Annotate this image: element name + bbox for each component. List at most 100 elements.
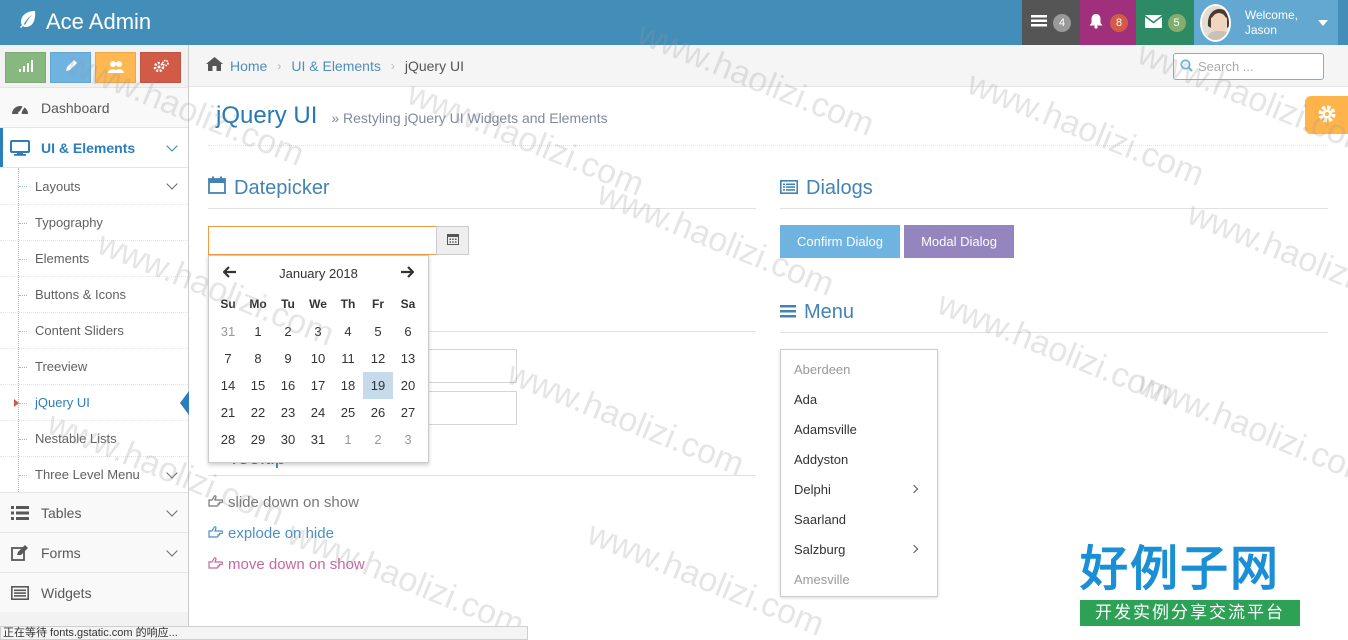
caret-right-icon [14,399,19,407]
calendar-day[interactable]: 26 [363,399,393,426]
sidebar-subitem-label: Three Level Menu [35,467,140,482]
sidebar-item-label: UI & Elements [41,139,136,156]
sidebar-subitem-label: Buttons & Icons [35,287,127,302]
navbar-right: 4 8 5 Welcome, Jason [1022,0,1338,45]
notifications-button[interactable]: 8 [1080,0,1136,45]
search-input[interactable]: Search ... [1198,59,1254,74]
menu-item-label: Ada [794,391,818,407]
sidebar-subitem-buttons-icons[interactable]: Buttons & Icons [0,276,188,312]
calendar-day[interactable]: 28 [213,426,243,453]
spinner-input[interactable] [420,349,517,383]
sidebar-item-tables[interactable]: Tables [0,492,188,532]
sidebar-subitem-three-level-menu[interactable]: Three Level Menu [0,456,188,492]
calendar-day[interactable]: 7 [213,345,243,372]
calendar-day[interactable]: 3 [303,318,333,345]
sidebar-item-widgets[interactable]: Widgets [0,572,188,612]
calendar-day[interactable]: 10 [303,345,333,372]
breadcrumb-home-link[interactable]: Home [230,58,267,74]
calendar-day[interactable]: 31 [303,426,333,453]
messages-button[interactable]: 5 [1136,0,1194,45]
shortcut-stats-button[interactable] [5,52,46,83]
calendar-day[interactable]: 25 [333,399,363,426]
sidebar-item-ui-elements[interactable]: UI & Elements [0,127,188,167]
calendar-day[interactable]: 8 [243,345,273,372]
user-name: Jason [1244,22,1277,37]
calendar-day[interactable]: 27 [393,399,423,426]
chevron-right-icon [909,484,919,494]
sidebar-subitem-elements[interactable]: Elements [0,240,188,276]
calendar-day[interactable]: 15 [243,372,273,399]
menu-title: Menu [804,300,855,323]
calendar-day[interactable]: 19 [363,372,393,399]
page-title: jQuery UI [216,102,318,129]
sidebar-subitem-layouts[interactable]: Layouts [0,168,188,204]
calendar-day[interactable]: 3 [393,426,423,453]
calendar-day[interactable]: 20 [393,372,423,399]
calendar-day[interactable]: 2 [273,318,303,345]
brand[interactable]: Ace Admin [18,9,151,35]
arrow-right-icon[interactable] [400,265,415,283]
shortcut-edit-button[interactable] [50,52,91,83]
shortcut-users-button[interactable] [95,52,136,83]
menu-item-salzburg[interactable]: Salzburg [781,534,937,564]
sidebar-subitem-typography[interactable]: Typography [0,204,188,240]
calendar-day[interactable]: 14 [213,372,243,399]
calendar-day[interactable]: 9 [273,345,303,372]
tasks-button[interactable]: 4 [1022,0,1080,45]
search-icon [1180,58,1198,75]
tooltip-link-label: explode on hide [228,525,334,542]
tooltip-link-slide[interactable]: slide down on show [208,494,359,511]
shortcut-settings-button[interactable] [140,52,181,83]
sidebar-item-dashboard[interactable]: Dashboard [0,87,188,127]
menu-item-adamsville[interactable]: Adamsville [781,414,937,444]
calendar-day[interactable]: 11 [333,345,363,372]
modal-dialog-button[interactable]: Modal Dialog [904,225,1014,258]
menu-item-ada[interactable]: Ada [781,384,937,414]
calendar-day[interactable]: 30 [273,426,303,453]
calendar-day[interactable]: 17 [303,372,333,399]
tasks-badge: 4 [1053,13,1071,32]
calendar-day[interactable]: 18 [333,372,363,399]
confirm-dialog-button[interactable]: Confirm Dialog [780,225,900,258]
datepicker-title: Datepicker [234,176,330,199]
sidebar-subitem-treeview[interactable]: Treeview [0,348,188,384]
signal-icon [18,60,33,75]
calendar-month: January 2018 [279,265,358,281]
spinner-input[interactable] [420,391,517,425]
calendar-day[interactable]: 21 [213,399,243,426]
calendar-day[interactable]: 12 [363,345,393,372]
sidebar-subitem-content-sliders[interactable]: Content Sliders [0,312,188,348]
calendar-day[interactable]: 31 [213,318,243,345]
calendar-day[interactable]: 5 [363,318,393,345]
tooltip-link-move[interactable]: move down on show [208,556,365,573]
menu-item-delphi[interactable]: Delphi [781,474,937,504]
user-menu-button[interactable]: Welcome, Jason [1194,0,1338,45]
calendar-day[interactable]: 4 [333,318,363,345]
jquery-menu: Aberdeen Ada Adamsville Addyston Delphi … [780,349,938,597]
sidebar-item-forms[interactable]: Forms [0,532,188,572]
calendar-day[interactable]: 24 [303,399,333,426]
menu-item-saarland[interactable]: Saarland [781,504,937,534]
calendar-day[interactable]: 13 [393,345,423,372]
calendar-day[interactable]: 29 [243,426,273,453]
calendar-day[interactable]: 23 [273,399,303,426]
arrow-left-icon[interactable] [222,265,237,283]
date-input[interactable] [208,226,437,255]
calendar-day[interactable]: 16 [273,372,303,399]
notifications-badge: 8 [1110,13,1128,32]
date-addon-button[interactable] [436,226,469,255]
calendar-day[interactable]: 6 [393,318,423,345]
calendar-day[interactable]: 22 [243,399,273,426]
sidebar-subitem-nestable-lists[interactable]: Nestable Lists [0,420,188,456]
calendar-day[interactable]: 1 [243,318,273,345]
calendar-day[interactable]: 1 [333,426,363,453]
tooltip-link-explode[interactable]: explode on hide [208,525,334,542]
sidebar-subitem-jquery-ui[interactable]: jQuery UI [0,384,189,420]
calendar-dow-label: Th [340,297,356,311]
menu-item-addyston[interactable]: Addyston [781,444,937,474]
breadcrumb-parent-link[interactable]: UI & Elements [291,58,380,74]
calendar-day[interactable]: 2 [363,426,393,453]
search-box[interactable]: Search ... [1173,53,1324,80]
active-marker [180,391,189,415]
page-subtitle: » Restyling jQuery UI Widgets and Elemen… [331,110,608,126]
